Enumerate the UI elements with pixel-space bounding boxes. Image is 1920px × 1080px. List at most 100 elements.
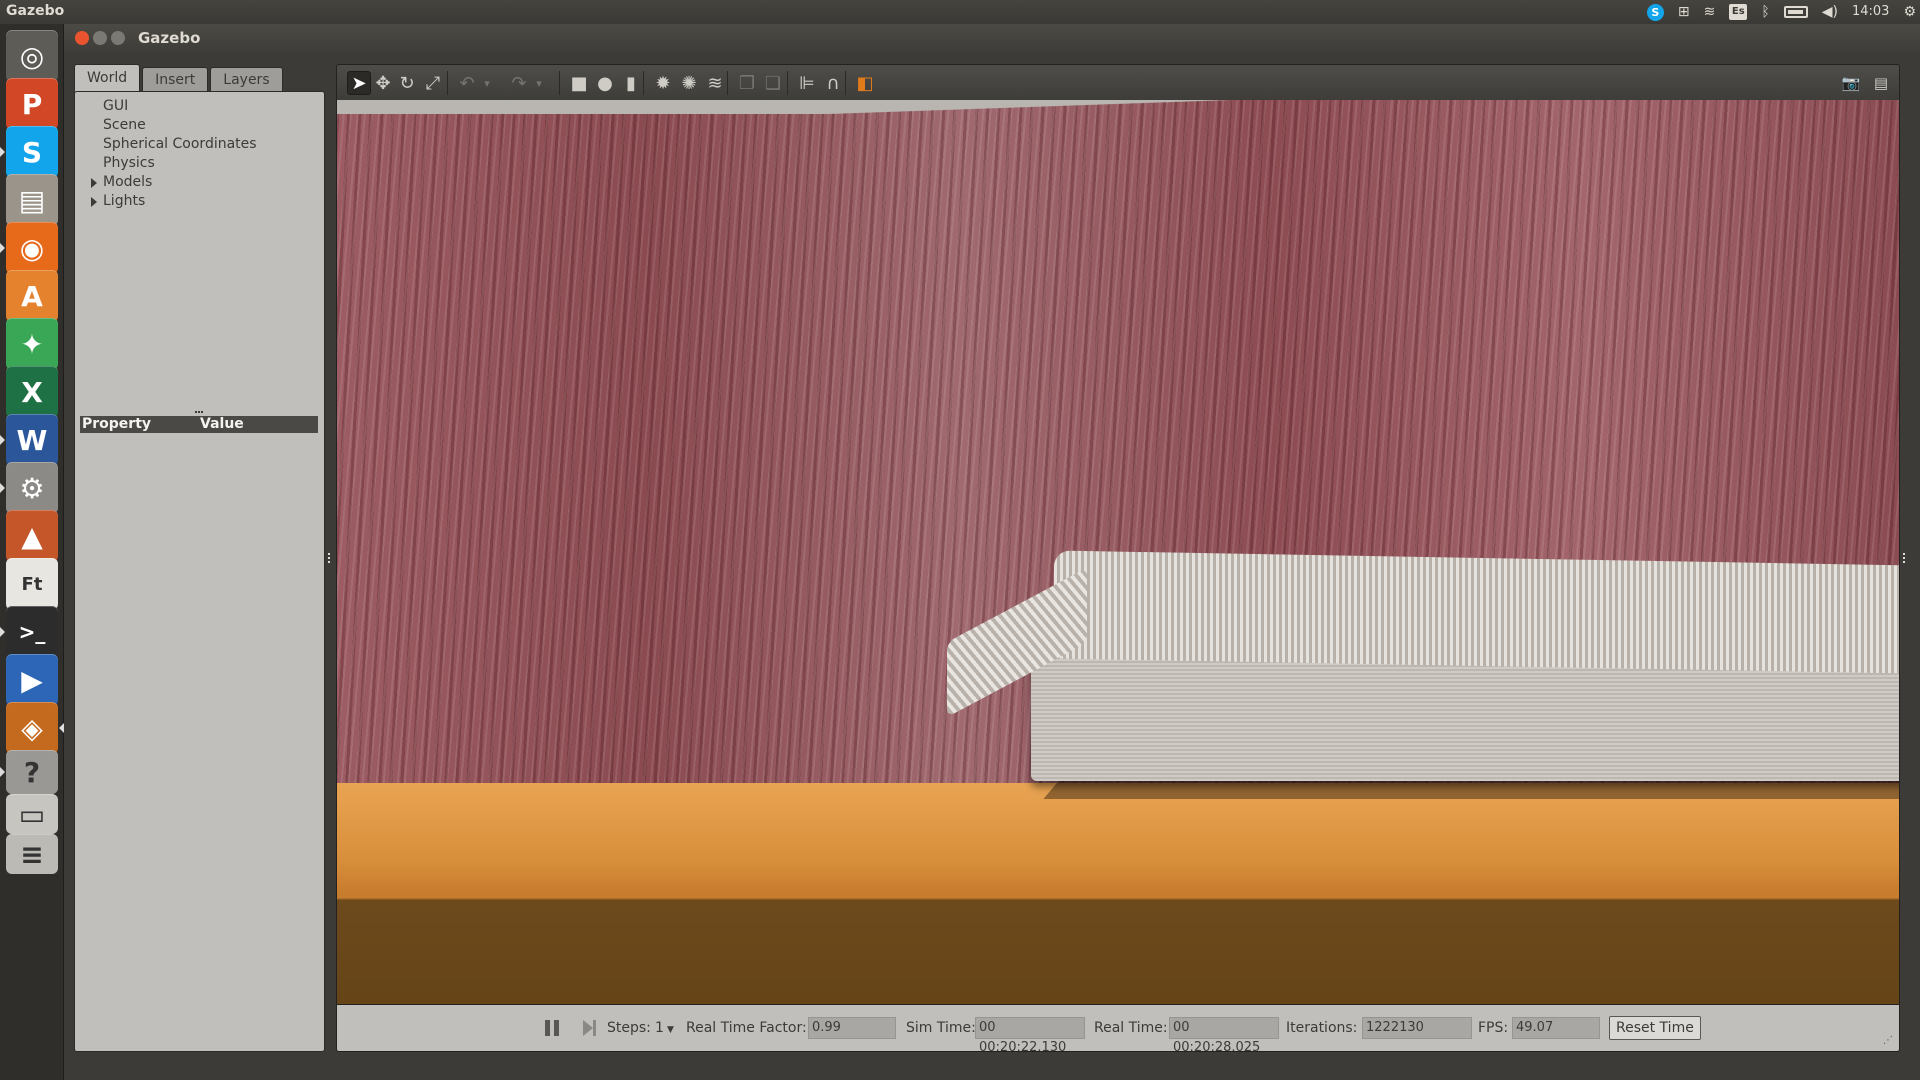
minimize-window-button[interactable] xyxy=(93,31,107,45)
value-column-header[interactable]: Value xyxy=(200,416,244,433)
tree-item-models[interactable]: Models xyxy=(91,173,257,192)
launcher-powerpoint-icon[interactable]: P xyxy=(6,78,58,130)
sim-time-value: 00 00:20:22.130 xyxy=(975,1017,1085,1055)
scale-mode-icon[interactable]: ⤢ xyxy=(421,71,445,95)
fps-value: 49.07 xyxy=(1512,1017,1600,1039)
right-panel-resize-handle[interactable] xyxy=(1903,553,1907,563)
launcher-system-settings-icon[interactable]: ⚙ xyxy=(6,462,58,514)
launcher-software-center-icon[interactable]: A xyxy=(6,270,58,322)
change-view-icon[interactable]: ◧ xyxy=(853,71,877,95)
steps-dropdown-icon[interactable]: ▼ xyxy=(667,1025,674,1035)
3d-viewport[interactable] xyxy=(336,100,1900,1004)
snap-icon[interactable]: ∩ xyxy=(821,71,845,95)
screenshot-icon[interactable]: 📷 xyxy=(1839,71,1863,95)
settings-icon[interactable]: ⚙ xyxy=(1903,0,1916,24)
tree-item-label: Lights xyxy=(103,193,146,209)
bluetooth-icon[interactable]: ᛒ xyxy=(1761,0,1769,24)
undo-icon[interactable]: ↶ xyxy=(455,71,479,95)
running-indicator xyxy=(0,435,5,445)
launcher-drive-icon[interactable]: ▭ xyxy=(6,794,58,834)
launcher-media-player-icon[interactable]: ▶ xyxy=(6,654,58,706)
sphere-shape-icon[interactable]: ● xyxy=(593,71,617,95)
expand-arrow-icon[interactable] xyxy=(91,197,97,207)
tree-item-label: Spherical Coordinates xyxy=(103,136,257,152)
running-indicator xyxy=(0,767,5,777)
launcher-skype-icon[interactable]: S xyxy=(6,126,58,178)
launcher-help-icon[interactable]: ? xyxy=(6,750,58,794)
keyboard-layout-indicator[interactable]: Es xyxy=(1729,4,1748,20)
property-column-header[interactable]: Property xyxy=(82,416,151,433)
translate-mode-icon[interactable]: ✥ xyxy=(371,71,395,95)
launcher: ◎ P S ▤ ◉ A ✦ X W ⚙ ▲ Ft >_ ▶ ◈? ▭ ≡ xyxy=(0,24,64,1080)
left-panel-resize-handle[interactable] xyxy=(328,553,332,563)
redo-icon[interactable]: ↷ xyxy=(507,71,531,95)
point-light-icon[interactable]: ✹ xyxy=(651,71,675,95)
volume-icon[interactable]: ◀) xyxy=(1822,0,1838,24)
tab-layers[interactable]: Layers xyxy=(210,67,283,92)
toolbar-separator xyxy=(727,71,728,95)
real-time-label: Real Time: xyxy=(1094,1020,1168,1036)
tree-item-spherical-coordinates[interactable]: Spherical Coordinates xyxy=(103,135,257,154)
reset-time-button[interactable]: Reset Time xyxy=(1609,1016,1701,1040)
window-titlebar[interactable]: Gazebo xyxy=(64,24,1920,52)
launcher-font-editor-icon[interactable]: Ft xyxy=(6,558,58,610)
box-shape-icon[interactable]: ■ xyxy=(567,71,591,95)
workspaces-icon[interactable]: ⊞ xyxy=(1678,0,1690,24)
tree-item-lights[interactable]: Lights xyxy=(91,192,257,211)
directional-light-icon[interactable]: ≋ xyxy=(703,71,727,95)
toolbar-separator xyxy=(845,71,846,95)
tree-item-scene[interactable]: Scene xyxy=(103,116,257,135)
running-indicator xyxy=(0,147,5,157)
redo-history-icon[interactable]: ▾ xyxy=(533,71,545,95)
pause-icon[interactable] xyxy=(545,1020,559,1036)
iterations-value: 1222130 xyxy=(1362,1017,1472,1039)
undo-history-icon[interactable]: ▾ xyxy=(481,71,493,95)
cylinder-shape-icon[interactable]: ▮ xyxy=(619,71,643,95)
property-table-header: Property Value xyxy=(80,416,318,433)
launcher-matlab-icon[interactable]: ▲ xyxy=(6,510,58,562)
running-indicator xyxy=(0,483,5,493)
copy-icon[interactable]: ❐ xyxy=(735,71,759,95)
spot-light-icon[interactable]: ✺ xyxy=(677,71,701,95)
real-time-factor-value: 0.99 xyxy=(808,1017,896,1039)
top-panel: Gazebo S ⊞ ≋ Es ᛒ ◀) 14:03 ⚙ xyxy=(0,0,1920,24)
tree-item-physics[interactable]: Physics xyxy=(103,154,257,173)
select-mode-icon[interactable]: ➤ xyxy=(347,71,371,95)
tree-item-gui[interactable]: GUI xyxy=(103,97,257,116)
steps-spinbox[interactable]: 1 xyxy=(655,1020,664,1036)
launcher-trash-icon[interactable]: ≡ xyxy=(6,834,58,874)
launcher-firefox-icon[interactable]: ◉ xyxy=(6,222,58,274)
launcher-word-icon[interactable]: W xyxy=(6,414,58,466)
launcher-files-icon[interactable]: ▤ xyxy=(6,174,58,226)
launcher-pinwheel-app-icon[interactable]: ✦ xyxy=(6,318,58,370)
align-icon[interactable]: ⊫ xyxy=(795,71,819,95)
toolbar-separator xyxy=(447,71,448,95)
rotate-mode-icon[interactable]: ↻ xyxy=(395,71,419,95)
left-panel xyxy=(74,91,325,1052)
sofa-model-cushion[interactable] xyxy=(1054,550,1899,674)
panel-splitter-handle[interactable] xyxy=(195,411,203,414)
paste-icon[interactable]: ❏ xyxy=(761,71,785,95)
skype-icon[interactable]: S xyxy=(1646,3,1664,21)
step-icon[interactable] xyxy=(583,1020,596,1036)
tab-insert[interactable]: Insert xyxy=(142,67,209,92)
toolbar-separator xyxy=(787,71,788,95)
clock[interactable]: 14:03 xyxy=(1852,0,1889,24)
iterations-label: Iterations: xyxy=(1286,1020,1358,1036)
tree-item-label: GUI xyxy=(103,98,129,114)
battery-icon[interactable] xyxy=(1783,6,1808,18)
launcher-excel-icon[interactable]: X xyxy=(6,366,58,418)
fps-label: FPS: xyxy=(1478,1020,1509,1036)
tab-world[interactable]: World xyxy=(74,64,141,92)
launcher-dash-home-icon[interactable]: ◎ xyxy=(6,30,58,82)
resize-grip-icon[interactable]: ⋰ xyxy=(1883,1035,1893,1046)
steps-label: Steps: xyxy=(607,1020,651,1036)
close-window-button[interactable] xyxy=(75,31,89,45)
launcher-terminal-icon[interactable]: >_ xyxy=(6,606,58,658)
wifi-icon[interactable]: ≋ xyxy=(1704,0,1716,24)
log-data-icon[interactable]: ▤ xyxy=(1869,71,1893,95)
expand-arrow-icon[interactable] xyxy=(91,178,97,188)
maximize-window-button[interactable] xyxy=(111,31,125,45)
tree-item-label: Scene xyxy=(103,117,146,133)
launcher-gazebo-icon[interactable]: ◈ xyxy=(6,702,58,754)
